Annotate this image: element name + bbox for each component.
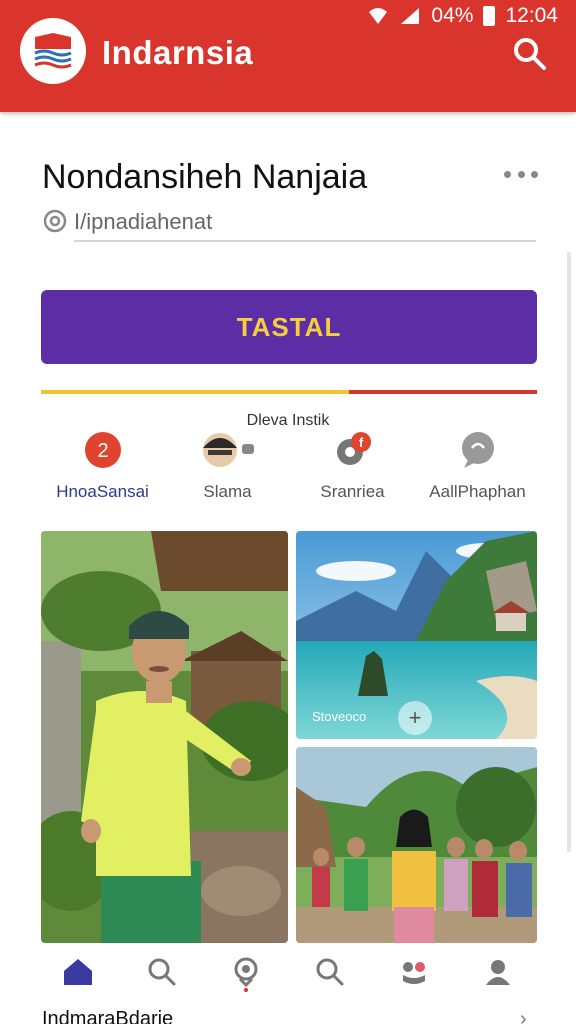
location-icon [234,957,258,987]
stripe-yellow [41,390,349,394]
profile-icon [486,960,510,985]
add-photo-button[interactable]: + [398,701,432,735]
category-label: AallPhaphan [429,482,526,501]
bottom-navigation [0,944,576,1000]
nav-search[interactable] [140,950,184,994]
category-tab-3[interactable]: f Sranriea [290,428,415,508]
search-icon [514,38,546,70]
badge-count: 2 [97,440,108,462]
app-screen: 04% 12:04 Indarnsia Nondansiheh Nanjaia [0,0,576,1024]
nav-explore[interactable] [308,950,352,994]
app-title: Indarnsia [102,34,254,71]
active-dot [244,988,248,992]
nav-profile[interactable] [476,950,520,994]
home-icon [64,959,92,985]
category-tab-2[interactable]: Slama [165,428,290,508]
gear-notification-icon: f [336,432,371,465]
person-chat-icon [202,433,254,467]
dot [504,170,511,178]
photo-group-women[interactable] [296,747,537,943]
badge-2-icon: 2 [84,432,121,468]
category-tab-4[interactable]: AallPhaphan [415,428,540,508]
category-label: Sranriea [320,482,385,501]
search-button[interactable] [510,34,550,74]
photo-lagoon[interactable]: Stoveoco + [296,531,537,739]
at-sign-icon [43,209,67,233]
community-icon [403,962,425,984]
chevron-icon[interactable]: › [520,1008,527,1024]
dot [531,170,538,178]
nav-home[interactable] [56,950,100,994]
dot [517,170,525,178]
search-icon [148,958,176,986]
nav-location[interactable] [224,950,268,994]
category-tabs: 2 HnoaSansai Slama f Sranriea AallPhapha… [40,428,540,508]
category-tab-1[interactable]: 2 HnoaSansai [40,428,165,508]
primary-action-button[interactable]: TASTAL [41,290,537,364]
more-options-button[interactable] [504,164,538,184]
scrollbar[interactable] [567,252,571,852]
category-label: HnoaSansai [56,482,149,501]
chat-bubble-icon [461,432,494,468]
flag-stripe-divider [41,390,537,394]
next-section-title: IndmaraBdarie [42,1008,174,1024]
logo-flag-icon [34,33,72,69]
photo-caption: Stoveoco [312,709,366,724]
handle-row [42,204,536,244]
profile-name: Nondansiheh Nanjaia [42,158,368,196]
stripe-red [348,390,537,394]
category-label: Slama [203,482,252,501]
handle-field[interactable] [74,204,536,242]
top-app-bar: 04% 12:04 Indarnsia [0,0,576,112]
plus-icon: + [408,705,422,730]
svg-text:f: f [358,435,363,450]
nav-community[interactable] [392,950,436,994]
search-icon [316,958,344,986]
app-bar: Indarnsia [0,18,576,92]
photo-man-village[interactable] [41,531,288,943]
app-logo[interactable] [20,18,86,84]
